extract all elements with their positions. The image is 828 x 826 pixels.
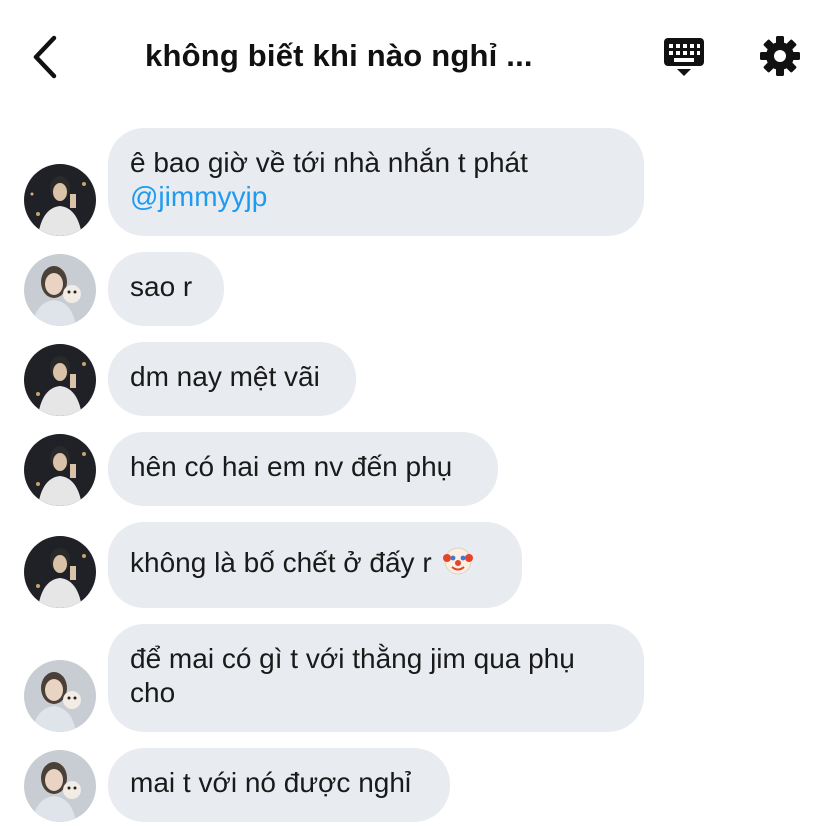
avatar-jimmy[interactable]: [24, 164, 96, 236]
avatar-jimmy[interactable]: [24, 536, 96, 608]
message-bubble[interactable]: dm nay mệt vãi: [108, 342, 356, 416]
message-text: để mai có gì t với thằng jim qua phụ cho: [130, 643, 575, 708]
message-bubble[interactable]: mai t với nó được nghỉ: [108, 748, 450, 822]
clown-face-icon: [443, 547, 474, 575]
message-bubble[interactable]: để mai có gì t với thằng jim qua phụ cho: [108, 624, 644, 732]
message-text: dm nay mệt vãi: [130, 361, 320, 392]
message-bubble[interactable]: không là bố chết ở đấy r: [108, 522, 522, 608]
message-text: sao r: [130, 271, 193, 302]
message-text: hên có hai em nv đến phụ: [130, 451, 453, 482]
back-chevron-icon[interactable]: [24, 32, 68, 82]
message-text: mai t với nó được nghỉ: [130, 767, 412, 798]
message-bubble[interactable]: sao r: [108, 252, 224, 326]
conversation-title[interactable]: không biết khi nào nghỉ ...: [145, 36, 605, 76]
message-bubble[interactable]: ê bao giờ về tới nhà nhắn t phát @jimmyy…: [108, 128, 644, 236]
mention-link[interactable]: @jimmyyjp: [130, 180, 622, 214]
keyboard-icon[interactable]: [662, 36, 706, 80]
avatar-jimmy[interactable]: [24, 344, 96, 416]
avatar-jimmy[interactable]: [24, 434, 96, 506]
chat-header: không biết khi nào nghỉ ...: [0, 0, 828, 110]
message-text: ê bao giờ về tới nhà nhắn t phát: [130, 147, 528, 178]
avatar-girl[interactable]: [24, 660, 96, 732]
avatar-girl[interactable]: [24, 254, 96, 326]
message-text: không là bố chết ở đấy r: [130, 547, 432, 578]
settings-gear-icon[interactable]: [758, 34, 802, 78]
avatar-girl[interactable]: [24, 750, 96, 822]
message-bubble[interactable]: hên có hai em nv đến phụ: [108, 432, 498, 506]
